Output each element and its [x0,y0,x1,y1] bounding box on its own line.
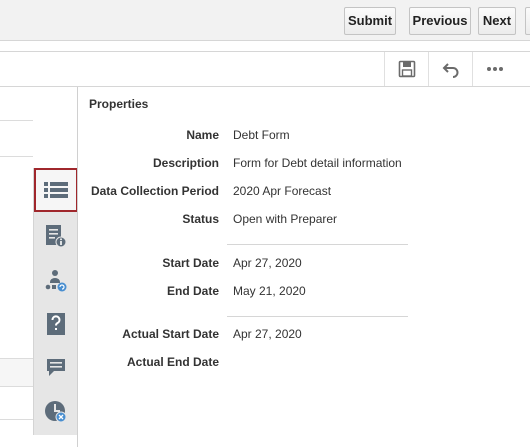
grid-line [0,120,33,121]
name-label: Name [186,128,219,142]
workflow-tab[interactable] [34,258,78,302]
description-label: Description [152,156,219,170]
actual-start-date-value: Apr 27, 2020 [233,327,302,341]
next-button[interactable]: Next [478,7,516,35]
form-toolbar [0,51,530,87]
actual-start-date-label: Actual Start Date [122,327,219,341]
period-label: Data Collection Period [90,184,219,198]
section-divider [227,244,408,245]
previous-button[interactable]: Previous [409,7,471,35]
name-value: Debt Form [233,128,290,142]
grid-line [0,156,33,157]
undo-icon [442,63,458,78]
status-value: Open with Preparer [233,212,338,226]
questions-icon [47,313,65,335]
comments-icon [47,359,65,376]
instructions-tab[interactable] [34,214,78,258]
period-value: 2020 Apr Forecast [233,184,332,198]
end-date-value: May 21, 2020 [233,284,306,298]
panel-title: Properties [89,97,149,111]
start-date-value: Apr 27, 2020 [233,256,302,270]
top-navigation-bar: Submit Previous Next [0,0,530,41]
section-divider [227,316,408,317]
comments-tab[interactable] [34,346,78,390]
instructions-icon [46,225,67,248]
grid-line [0,386,33,387]
properties-tab[interactable] [34,168,78,212]
end-date-label: End Date [166,284,219,298]
save-button[interactable] [384,52,428,86]
more-icon [486,67,503,71]
actual-end-date-label: Actual End Date [126,355,219,369]
overflow-button[interactable] [525,7,530,35]
save-icon [398,60,415,78]
submit-button[interactable]: Submit [344,7,396,35]
status-label: Status [182,212,219,226]
questions-tab[interactable] [34,302,78,346]
grid-line [0,358,33,359]
grid-line [0,419,33,420]
workflow-icon [45,270,67,292]
description-value: Form for Debt detail information [233,156,402,170]
more-actions-button[interactable] [472,52,516,86]
properties-panel: Properties Name Debt Form Description Fo… [77,87,530,447]
undo-button[interactable] [428,52,472,86]
form-grid-background [0,87,33,447]
side-panel-tabs [33,168,78,435]
history-icon [45,401,67,423]
properties-list-icon [44,182,68,198]
start-date-label: Start Date [162,256,219,270]
grid-row [0,359,33,386]
history-tab[interactable] [34,390,78,434]
